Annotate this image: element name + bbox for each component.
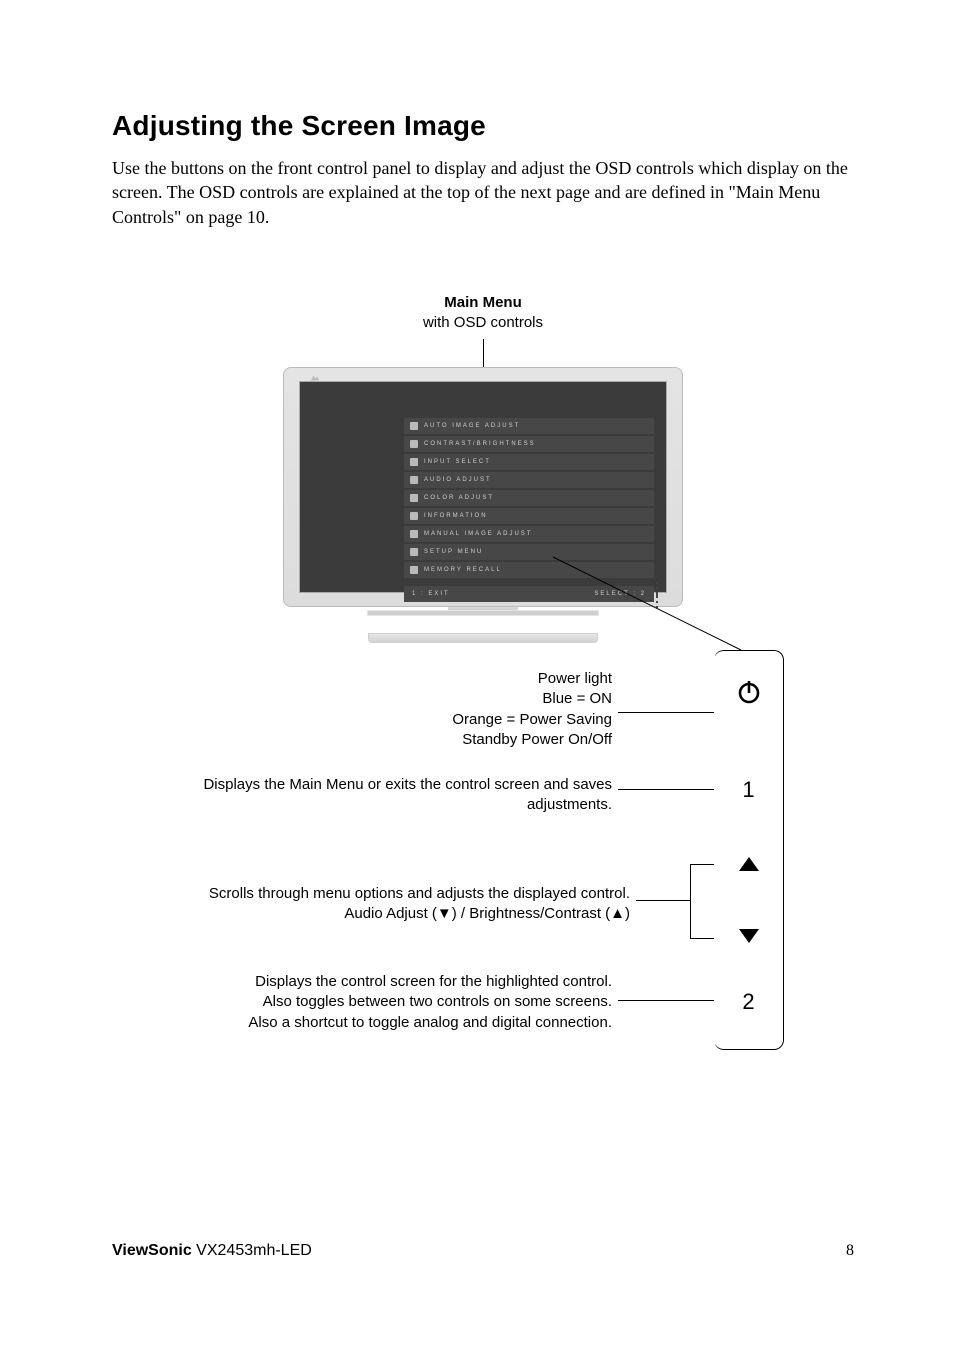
connector-line [553,557,773,657]
osd-item-label: INFORMATION [424,513,488,519]
annotation-arrows: Scrolls through menu options and adjusts… [112,884,630,925]
osd-icon [410,530,418,538]
footer-brand-rest: VX2453mh-LED [192,1242,312,1259]
annotation-power: Power light Blue = ON Orange = Power Sav… [112,669,612,750]
figure-caption: Main Menu with OSD controls [112,293,854,334]
osd-footer-left: 1 : EXIT [412,591,450,597]
osd-icon [410,422,418,430]
button-up[interactable] [714,857,783,876]
power-button[interactable] [714,679,783,710]
osd-item-label: CONTRAST/BRIGHTNESS [424,441,536,447]
button-2[interactable]: 2 [714,991,783,1013]
osd-icon [410,458,418,466]
osd-icon [410,566,418,574]
annotation-line: Standby Power On/Off [112,730,612,750]
osd-item: INFORMATION [404,508,654,524]
osd-icon [410,440,418,448]
caption-connector-line [483,339,484,367]
page-footer: ViewSonic VX2453mh-LED 8 [112,1242,854,1260]
osd-item-label: AUTO IMAGE ADJUST [424,423,520,429]
osd-item: AUDIO ADJUST [404,472,654,488]
osd-icon [410,548,418,556]
footer-brand-bold: ViewSonic [112,1242,192,1259]
osd-item: MANUAL IMAGE ADJUST [404,526,654,542]
side-button-strip: 1 2 [714,650,784,1050]
annotation-line: adjustments. [112,795,612,815]
annotation-line: Audio Adjust (▼) / Brightness/Contrast (… [112,904,630,924]
connector-line [618,1000,714,1001]
connector-line [690,864,691,938]
connector-line [618,712,714,713]
button-1[interactable]: 1 [714,779,783,801]
footer-brand: ViewSonic VX2453mh-LED [112,1242,312,1260]
triangle-down-icon [739,929,759,943]
osd-item: COLOR ADJUST [404,490,654,506]
osd-icon [410,476,418,484]
connector-line [690,864,714,865]
annotation-line: Displays the control screen for the high… [112,972,612,992]
caption-subtitle: with OSD controls [423,314,543,331]
osd-item-label: MEMORY RECALL [424,567,502,573]
osd-item-label: INPUT SELECT [424,459,491,465]
annotation-line: Orange = Power Saving [112,710,612,730]
connector-line [618,789,714,790]
annotation-line: Displays the Main Menu or exits the cont… [112,775,612,795]
annotation-line: Also toggles between two controls on som… [112,992,612,1012]
connector-line [690,938,714,939]
osd-item: AUTO IMAGE ADJUST [404,418,654,434]
caption-title: Main Menu [112,293,854,313]
button-down[interactable] [714,929,783,948]
osd-item-label: MANUAL IMAGE ADJUST [424,531,532,537]
osd-item-label: AUDIO ADJUST [424,477,492,483]
annotation-line: Power light [112,669,612,689]
annotation-button-1: Displays the Main Menu or exits the cont… [112,775,612,816]
annotation-line: Blue = ON [112,689,612,709]
annotation-line: Scrolls through menu options and adjusts… [112,884,630,904]
osd-item-label: SETUP MENU [424,549,483,555]
annotation-button-2: Displays the control screen for the high… [112,972,612,1033]
osd-icon [410,494,418,502]
intro-paragraph: Use the buttons on the front control pan… [112,156,852,229]
annotation-line: Also a shortcut to toggle analog and dig… [112,1013,612,1033]
osd-item-label: COLOR ADJUST [424,495,494,501]
footer-page-number: 8 [846,1242,854,1260]
osd-item: INPUT SELECT [404,454,654,470]
power-icon [736,679,762,705]
osd-icon [410,512,418,520]
page-title: Adjusting the Screen Image [112,110,854,142]
triangle-up-icon [739,857,759,871]
connector-line [636,900,690,901]
osd-item: CONTRAST/BRIGHTNESS [404,436,654,452]
